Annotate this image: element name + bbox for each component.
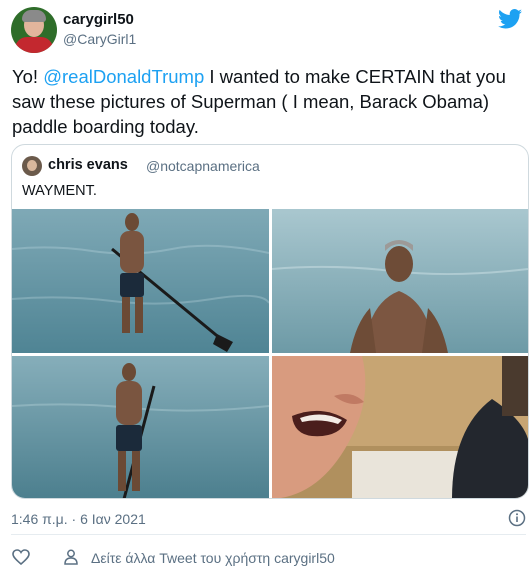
author-handle[interactable]: @CaryGirl1 (63, 31, 136, 47)
author-display-name[interactable]: carygirl50 (63, 11, 134, 28)
quoted-author-handle[interactable]: @notcapnamerica (146, 158, 260, 174)
quoted-author-avatar[interactable] (22, 156, 42, 176)
quoted-author-display-name[interactable]: chris evans (48, 157, 128, 173)
person-icon (64, 549, 78, 565)
photo-open-mouth-reaction[interactable] (272, 356, 528, 498)
quoted-tweet[interactable]: chris evans @notcapnamerica WAYMENT. (11, 144, 529, 499)
see-more-tweets-link[interactable]: Δείτε άλλα Tweet του χρήστη carygirl50 (91, 550, 335, 566)
tweet-text: Yo! @realDonaldTrump I wanted to make CE… (12, 64, 517, 139)
photo-paddling[interactable] (12, 356, 269, 498)
quoted-tweet-text: WAYMENT. (22, 183, 97, 199)
mention-link[interactable]: @realDonaldTrump (43, 66, 204, 87)
tweet-timestamp[interactable]: 1:46 π.μ. · 6 Ιαν 2021 (11, 511, 146, 527)
tweet-text-start: Yo! (12, 66, 44, 87)
photo-closeup-waist[interactable] (272, 209, 528, 353)
info-icon[interactable] (508, 509, 526, 527)
twitter-bird-icon[interactable] (498, 9, 522, 29)
footer-divider (11, 534, 526, 535)
media-grid (12, 209, 528, 498)
author-avatar[interactable] (11, 7, 57, 53)
embedded-tweet: carygirl50 @CaryGirl1 Yo! @realDonaldTru… (0, 0, 532, 571)
photo-paddleboarder-standing[interactable] (12, 209, 269, 353)
heart-icon[interactable] (12, 549, 30, 565)
